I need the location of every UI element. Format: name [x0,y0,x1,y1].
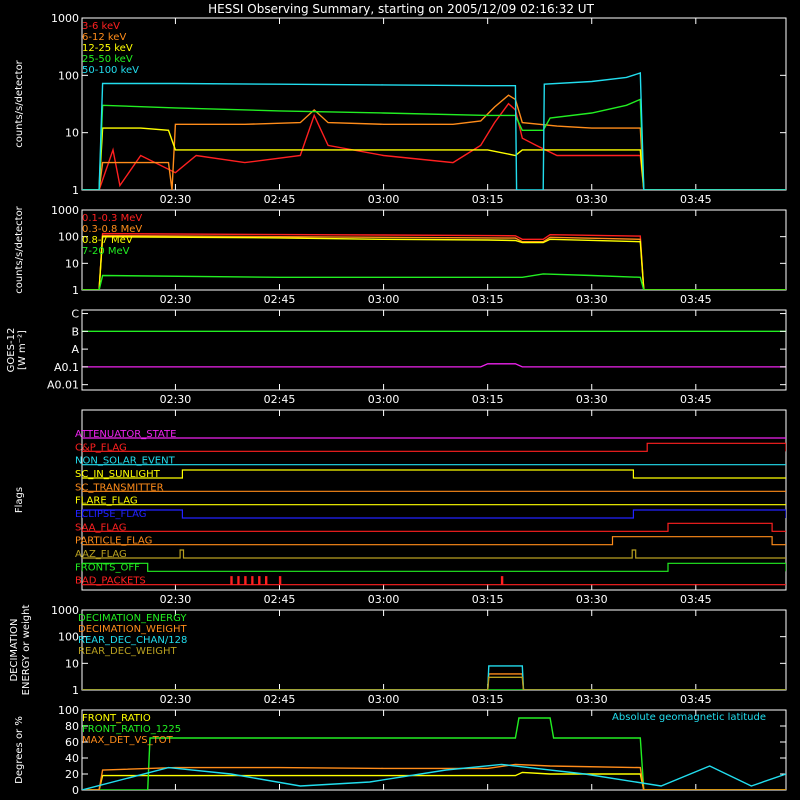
y-axis-label: Flags [14,487,25,513]
x-tick-label: 03:15 [472,193,504,206]
y-axis-label: counts/s/detector [14,205,25,293]
y-tick-label: 1000 [51,604,79,617]
legend-entry: 6-12 keV [82,32,126,43]
y-tick-label: 0 [72,784,79,797]
x-tick-label: 03:15 [472,693,504,706]
legend-entry: FRONT_RATIO_1225 [82,724,181,735]
x-tick-label: 03:00 [368,593,400,606]
x-tick-label: 03:30 [576,693,608,706]
flag-label: SC_IN_SUNLIGHT [75,469,161,480]
x-tick-label: 03:45 [680,593,712,606]
legend-entry: 25-50 keV [82,54,133,65]
x-tick-label: 02:30 [160,593,192,606]
y-tick-label: 1 [72,184,79,197]
chart-title: HESSI Observing Summary, starting on 200… [208,2,594,16]
x-tick-label: 03:30 [576,593,608,606]
x-tick-label: 03:15 [472,393,504,406]
y-axis-units: [W m⁻²] [17,330,28,370]
x-tick-label: 03:00 [368,293,400,306]
flag-label: FLARE_FLAG [75,496,138,507]
flag-label: AAZ_FLAG [75,549,127,560]
y-tick-label: 100 [58,231,79,244]
annotation-label: Absolute geomagnetic latitude [612,712,766,723]
y-tick-label: 100 [58,631,79,644]
x-tick-label: 02:45 [264,293,296,306]
flag-label: C&P_FLAG [75,442,127,453]
y-axis-label: DECIMATION [9,618,20,681]
legend-entry: 12-25 keV [82,43,133,54]
legend-entry: 0.1-0.3 MeV [82,213,142,224]
flag-label: FRONTS_OFF [75,562,140,573]
x-tick-label: 03:30 [576,193,608,206]
x-tick-label: 02:30 [160,193,192,206]
y-tick-label: 80 [65,720,79,733]
x-tick-label: 03:15 [472,593,504,606]
y-tick-label: 1 [72,284,79,297]
y-tick-label: 100 [58,704,79,717]
y-tick-label: 60 [65,736,79,749]
legend-entry: 0.8-7 MeV [82,235,133,246]
x-tick-label: 02:45 [264,393,296,406]
x-tick-label: 03:00 [368,693,400,706]
legend-entry: REAR_DEC_WEIGHT [78,646,177,657]
y-tick-label: 10 [65,257,79,270]
y-tick-label: A0.1 [54,361,79,374]
x-tick-label: 03:15 [472,293,504,306]
y-axis-label: GOES-12 [6,328,17,373]
flag-label: ATTENUATOR_STATE [75,429,176,440]
flag-label: BAD_PACKETS [75,576,146,587]
legend-entry: DECIMATION_WEIGHT [78,624,187,635]
x-tick-label: 03:45 [680,193,712,206]
x-tick-label: 02:45 [264,693,296,706]
y-tick-label: 100 [58,69,79,82]
x-tick-label: 02:30 [160,293,192,306]
flag-label: NON_SOLAR_EVENT [75,456,176,467]
flag-label: ECLIPSE_FLAG [75,509,146,520]
x-tick-label: 03:00 [368,393,400,406]
flag-label: SC_TRANSMITTER [75,482,164,493]
flag-label: SAA_FLAG [75,522,126,533]
x-tick-label: 03:00 [368,193,400,206]
legend-entry: 3-6 keV [82,21,120,32]
y-axis-label: Degrees or % [14,716,25,784]
y-tick-label: 20 [65,768,79,781]
x-tick-label: 03:30 [576,293,608,306]
x-tick-label: 03:45 [680,393,712,406]
flag-label: PARTICLE_FLAG [75,536,152,547]
legend-entry: FRONT_RATIO [82,713,151,724]
y-tick-label: 10 [65,127,79,140]
y-tick-label: 1000 [51,12,79,25]
legend-entry: REAR_DEC_CHAN/128 [78,635,187,646]
y-tick-label: 40 [65,752,79,765]
y-axis-label: ENERGY or weight [21,605,32,696]
x-tick-label: 02:30 [160,693,192,706]
legend-entry: 50-100 keV [82,65,139,76]
x-tick-label: 02:30 [160,393,192,406]
y-tick-label: 10 [65,657,79,670]
legend-entry: 0.3-0.8 MeV [82,224,142,235]
x-tick-label: 03:30 [576,393,608,406]
y-axis-label: counts/s/detector [14,59,25,147]
hessi-summary-chart: HESSI Observing Summary, starting on 200… [0,0,800,800]
legend-entry: 7-20 MeV [82,246,130,257]
y-tick-label: C [71,308,79,321]
legend-entry: DECIMATION_ENERGY [78,613,187,624]
y-tick-label: A [71,343,79,356]
x-tick-label: 02:45 [264,593,296,606]
x-tick-label: 02:45 [264,193,296,206]
y-tick-label: B [71,325,79,338]
y-tick-label: A0.01 [47,379,79,392]
legend-entry: MAX_DET_VS_TOT [82,735,174,746]
y-tick-label: 1000 [51,204,79,217]
x-tick-label: 03:45 [680,293,712,306]
y-tick-label: 1 [72,684,79,697]
x-tick-label: 03:45 [680,693,712,706]
